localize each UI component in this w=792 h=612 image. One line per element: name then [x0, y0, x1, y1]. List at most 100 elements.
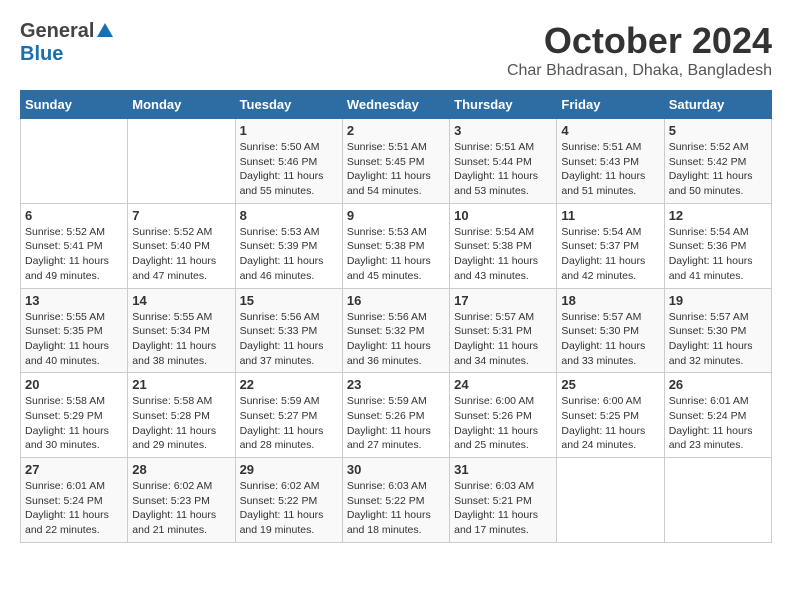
day-info: Sunrise: 5:57 AM Sunset: 5:30 PM Dayligh… — [561, 310, 659, 369]
day-number: 21 — [132, 377, 230, 392]
day-info: Sunrise: 5:51 AM Sunset: 5:45 PM Dayligh… — [347, 140, 445, 199]
day-number: 13 — [25, 293, 123, 308]
week-row-2: 6 Sunrise: 5:52 AM Sunset: 5:41 PM Daylig… — [21, 203, 772, 288]
day-number: 28 — [132, 462, 230, 477]
day-info: Sunrise: 5:54 AM Sunset: 5:37 PM Dayligh… — [561, 225, 659, 284]
calendar-cell: 3 Sunrise: 5:51 AM Sunset: 5:44 PM Daylig… — [450, 119, 557, 204]
calendar-cell: 17 Sunrise: 5:57 AM Sunset: 5:31 PM Dayli… — [450, 288, 557, 373]
day-number: 5 — [669, 123, 767, 138]
calendar-cell: 4 Sunrise: 5:51 AM Sunset: 5:43 PM Daylig… — [557, 119, 664, 204]
calendar-cell: 26Sunrise: 6:01 AM Sunset: 5:24 PM Dayli… — [664, 373, 771, 458]
day-info: Sunrise: 6:00 AM Sunset: 5:26 PM Dayligh… — [454, 394, 552, 453]
day-number: 25 — [561, 377, 659, 392]
day-info: Sunrise: 5:52 AM Sunset: 5:42 PM Dayligh… — [669, 140, 767, 199]
day-number: 31 — [454, 462, 552, 477]
day-info: Sunrise: 6:03 AM Sunset: 5:22 PM Dayligh… — [347, 479, 445, 538]
day-info: Sunrise: 6:02 AM Sunset: 5:23 PM Dayligh… — [132, 479, 230, 538]
day-info: Sunrise: 5:53 AM Sunset: 5:38 PM Dayligh… — [347, 225, 445, 284]
day-number: 10 — [454, 208, 552, 223]
calendar-cell: 14 Sunrise: 5:55 AM Sunset: 5:34 PM Dayli… — [128, 288, 235, 373]
day-number: 29 — [240, 462, 338, 477]
day-info: Sunrise: 5:57 AM Sunset: 5:31 PM Dayligh… — [454, 310, 552, 369]
calendar-cell: 25 Sunrise: 6:00 AM Sunset: 5:25 PM Dayli… — [557, 373, 664, 458]
day-info: Sunrise: 6:00 AM Sunset: 5:25 PM Dayligh… — [561, 394, 659, 453]
day-info: Sunrise: 5:59 AM Sunset: 5:27 PM Dayligh… — [240, 394, 338, 453]
logo-general: General — [20, 20, 94, 43]
day-info: Sunrise: 5:56 AM Sunset: 5:33 PM Dayligh… — [240, 310, 338, 369]
calendar-header: SundayMondayTuesdayWednesdayThursdayFrid… — [21, 91, 772, 119]
calendar-cell: 20 Sunrise: 5:58 AM Sunset: 5:29 PM Dayli… — [21, 373, 128, 458]
calendar-cell: 27 Sunrise: 6:01 AM Sunset: 5:24 PM Dayli… — [21, 458, 128, 543]
calendar-cell: 10 Sunrise: 5:54 AM Sunset: 5:38 PM Dayli… — [450, 203, 557, 288]
calendar-cell: 30Sunrise: 6:03 AM Sunset: 5:22 PM Dayli… — [342, 458, 449, 543]
calendar-cell — [557, 458, 664, 543]
day-number: 20 — [25, 377, 123, 392]
day-number: 26 — [669, 377, 767, 392]
calendar-cell: 6 Sunrise: 5:52 AM Sunset: 5:41 PM Daylig… — [21, 203, 128, 288]
day-number: 14 — [132, 293, 230, 308]
day-info: Sunrise: 5:51 AM Sunset: 5:43 PM Dayligh… — [561, 140, 659, 199]
calendar-cell: 1 Sunrise: 5:50 AM Sunset: 5:46 PM Daylig… — [235, 119, 342, 204]
day-info: Sunrise: 5:55 AM Sunset: 5:35 PM Dayligh… — [25, 310, 123, 369]
week-row-3: 13 Sunrise: 5:55 AM Sunset: 5:35 PM Dayli… — [21, 288, 772, 373]
day-info: Sunrise: 5:53 AM Sunset: 5:39 PM Dayligh… — [240, 225, 338, 284]
calendar-cell: 31 Sunrise: 6:03 AM Sunset: 5:21 PM Dayli… — [450, 458, 557, 543]
day-info: Sunrise: 6:03 AM Sunset: 5:21 PM Dayligh… — [454, 479, 552, 538]
day-number: 11 — [561, 208, 659, 223]
day-info: Sunrise: 5:55 AM Sunset: 5:34 PM Dayligh… — [132, 310, 230, 369]
day-info: Sunrise: 5:56 AM Sunset: 5:32 PM Dayligh… — [347, 310, 445, 369]
header-cell-saturday: Saturday — [664, 91, 771, 119]
day-info: Sunrise: 5:58 AM Sunset: 5:29 PM Dayligh… — [25, 394, 123, 453]
day-number: 16 — [347, 293, 445, 308]
day-number: 8 — [240, 208, 338, 223]
day-info: Sunrise: 5:52 AM Sunset: 5:40 PM Dayligh… — [132, 225, 230, 284]
calendar-cell: 8 Sunrise: 5:53 AM Sunset: 5:39 PM Daylig… — [235, 203, 342, 288]
calendar-cell: 11 Sunrise: 5:54 AM Sunset: 5:37 PM Dayli… — [557, 203, 664, 288]
day-number: 24 — [454, 377, 552, 392]
logo: General Blue — [20, 20, 114, 66]
day-number: 17 — [454, 293, 552, 308]
day-number: 19 — [669, 293, 767, 308]
logo-blue: Blue — [20, 43, 63, 65]
week-row-1: 1 Sunrise: 5:50 AM Sunset: 5:46 PM Daylig… — [21, 119, 772, 204]
week-row-5: 27 Sunrise: 6:01 AM Sunset: 5:24 PM Dayli… — [21, 458, 772, 543]
calendar-cell: 12 Sunrise: 5:54 AM Sunset: 5:36 PM Dayli… — [664, 203, 771, 288]
day-number: 27 — [25, 462, 123, 477]
calendar-cell: 5 Sunrise: 5:52 AM Sunset: 5:42 PM Daylig… — [664, 119, 771, 204]
day-info: Sunrise: 5:54 AM Sunset: 5:36 PM Dayligh… — [669, 225, 767, 284]
day-info: Sunrise: 6:02 AM Sunset: 5:22 PM Dayligh… — [240, 479, 338, 538]
day-number: 12 — [669, 208, 767, 223]
day-info: Sunrise: 5:50 AM Sunset: 5:46 PM Dayligh… — [240, 140, 338, 199]
header-cell-monday: Monday — [128, 91, 235, 119]
logo-triangle-icon — [96, 21, 114, 39]
day-info: Sunrise: 5:59 AM Sunset: 5:26 PM Dayligh… — [347, 394, 445, 453]
week-row-4: 20 Sunrise: 5:58 AM Sunset: 5:29 PM Dayli… — [21, 373, 772, 458]
month-title: October 2024 — [507, 20, 772, 62]
header-cell-friday: Friday — [557, 91, 664, 119]
day-info: Sunrise: 5:52 AM Sunset: 5:41 PM Dayligh… — [25, 225, 123, 284]
calendar-cell: 2 Sunrise: 5:51 AM Sunset: 5:45 PM Daylig… — [342, 119, 449, 204]
calendar-cell: 24 Sunrise: 6:00 AM Sunset: 5:26 PM Dayli… — [450, 373, 557, 458]
calendar-cell — [21, 119, 128, 204]
day-info: Sunrise: 6:01 AM Sunset: 5:24 PM Dayligh… — [25, 479, 123, 538]
calendar-cell: 15Sunrise: 5:56 AM Sunset: 5:33 PM Dayli… — [235, 288, 342, 373]
day-number: 1 — [240, 123, 338, 138]
day-info: Sunrise: 5:54 AM Sunset: 5:38 PM Dayligh… — [454, 225, 552, 284]
calendar-cell: 7 Sunrise: 5:52 AM Sunset: 5:40 PM Daylig… — [128, 203, 235, 288]
day-number: 4 — [561, 123, 659, 138]
day-number: 2 — [347, 123, 445, 138]
calendar-cell: 19 Sunrise: 5:57 AM Sunset: 5:30 PM Dayli… — [664, 288, 771, 373]
page-header: General Blue October 2024 Char Bhadrasan… — [20, 20, 772, 80]
calendar-cell: 9Sunrise: 5:53 AM Sunset: 5:38 PM Daylig… — [342, 203, 449, 288]
day-info: Sunrise: 5:51 AM Sunset: 5:44 PM Dayligh… — [454, 140, 552, 199]
calendar-cell: 22Sunrise: 5:59 AM Sunset: 5:27 PM Dayli… — [235, 373, 342, 458]
header-cell-thursday: Thursday — [450, 91, 557, 119]
day-number: 6 — [25, 208, 123, 223]
day-number: 7 — [132, 208, 230, 223]
calendar-cell: 28 Sunrise: 6:02 AM Sunset: 5:23 PM Dayli… — [128, 458, 235, 543]
day-info: Sunrise: 5:58 AM Sunset: 5:28 PM Dayligh… — [132, 394, 230, 453]
header-cell-wednesday: Wednesday — [342, 91, 449, 119]
day-number: 3 — [454, 123, 552, 138]
day-info: Sunrise: 5:57 AM Sunset: 5:30 PM Dayligh… — [669, 310, 767, 369]
header-cell-sunday: Sunday — [21, 91, 128, 119]
